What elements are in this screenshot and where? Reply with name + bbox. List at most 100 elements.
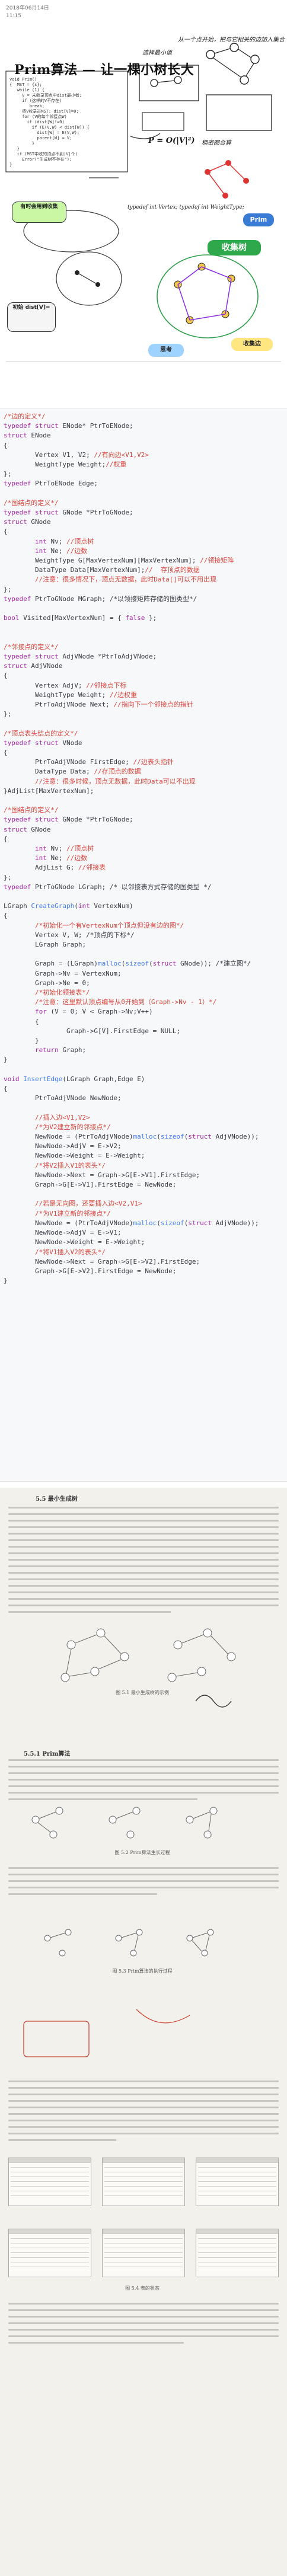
code-line: /*初始化领接表*/ xyxy=(4,989,90,997)
text-block xyxy=(8,2080,279,2146)
code-line: }; xyxy=(4,470,12,478)
sticker-bottom-left: 初始 dist[V]= xyxy=(7,302,56,332)
code-line: Vertex AdjV; //邻接点下标 xyxy=(4,681,127,689)
code-line: Graph->G[V].FirstEdge = NULL; xyxy=(4,1027,181,1035)
fig-node xyxy=(31,1816,40,1824)
fig-edge xyxy=(116,1811,133,1819)
figure-caption: 图 5.1 最小生成树的示例 xyxy=(116,1690,169,1695)
figure-caption: 图 5.2 Prim算法生长过程 xyxy=(114,1850,170,1855)
code-line: typedef struct GNode *PtrToGNode; xyxy=(4,509,133,517)
diagram-box xyxy=(142,112,184,131)
code-line: Vertex V, W; /*顶点的下标*/ xyxy=(4,931,135,939)
code-line: /*图结点的定义*/ xyxy=(4,498,59,507)
code-line: typedef struct GNode *PtrToGNode; xyxy=(4,816,133,824)
code-line: struct ENode xyxy=(4,432,51,440)
code-line: NewNode = (PtrToAdjVNode)malloc(sizeof(s… xyxy=(4,1219,259,1227)
code-line: { xyxy=(4,528,8,536)
code-line: LGraph Graph; xyxy=(4,941,87,949)
fig-edge xyxy=(205,1935,210,1951)
page: 2018年06月14日 11:15 Prim算法 — 让一棵小树长大 从一个点开… xyxy=(0,0,287,2576)
code-line: }; xyxy=(4,873,12,881)
code-line: /*将V2插入V1的表头*/ xyxy=(4,1161,106,1169)
code-line: struct AdjVNode xyxy=(4,662,63,670)
code-line: Graph->Ne = 0; xyxy=(4,979,90,987)
fig-node xyxy=(130,1949,137,1957)
fig-node xyxy=(109,1816,117,1824)
handwritten-notes: Prim算法 — 让一棵小树长大 从一个点开始，把与它相关的边加入集合 选择最小… xyxy=(0,24,287,397)
fig-node xyxy=(126,1830,135,1839)
code-line: int Nv; //顶点树 xyxy=(34,537,94,545)
code-line: }AdjList[MaxVertexNum]; xyxy=(4,787,94,795)
annotation-prim-label: 稠密图合算 xyxy=(202,140,231,146)
figure-2 xyxy=(31,1807,218,1839)
graph-edge xyxy=(245,63,254,76)
fig-edge xyxy=(208,1814,212,1832)
fig-node xyxy=(132,1807,141,1815)
code-line: int Ne; //边数 xyxy=(34,854,88,862)
code-scribble: void Prim() { MST = {s}; while (1) { V =… xyxy=(9,77,90,167)
fig-node xyxy=(59,1949,66,1957)
code-line: Graph->Nv = VertexNum; xyxy=(4,969,122,977)
code-line: /*初始化一个有VertexNum个顶点但没有边的图*/ xyxy=(4,921,184,929)
fig-edge xyxy=(134,1935,139,1951)
graph-edge xyxy=(76,272,98,285)
graph-node xyxy=(229,43,239,52)
code-line: /*邻接点的定义*/ xyxy=(4,643,59,651)
fig-node xyxy=(55,1807,63,1815)
code-line: }; xyxy=(4,585,12,593)
fig-edge xyxy=(37,1822,51,1833)
code-line: WeightType Weight; //边权重 xyxy=(4,691,138,699)
section-title-prim: 5.5.1 Prim算法 xyxy=(24,1751,71,1757)
code-line: { xyxy=(4,441,8,449)
code-line: //若是无向图，还要插入边<V2,V1> xyxy=(4,1200,142,1208)
notes-title: Prim算法 — 让一棵小树长大 xyxy=(14,62,194,78)
fig-edge xyxy=(181,1634,204,1644)
fig-edge xyxy=(98,1659,122,1670)
code-line: /*为V2建立新的邻接点*/ xyxy=(4,1123,111,1131)
fig-node xyxy=(173,1640,183,1650)
fig-node xyxy=(197,1667,206,1676)
fig-edge xyxy=(121,1932,137,1938)
code-line: Vertex V1, V2; //有向边<V1,V2> xyxy=(4,450,149,459)
fig-edge xyxy=(69,1672,91,1677)
code-line: typedef PtrToGNode MGraph; /*以领接矩阵存储的图类型… xyxy=(4,595,197,603)
textbook-scan: 5.5 最小生成树 5.5.1 Prim算法 图 5.1 最小生成树的示例 图 … xyxy=(0,1488,287,2576)
note-header: 2018年06月14日 11:15 xyxy=(6,5,49,20)
code-line: { xyxy=(4,912,8,920)
fig-edge xyxy=(66,1648,72,1674)
status-table xyxy=(102,2158,185,2206)
figure-3 xyxy=(44,1929,214,1957)
code-line: NewNode->Weight = E->Weight; xyxy=(4,1152,145,1160)
code-line: { xyxy=(4,835,8,843)
fig-edge xyxy=(104,1635,122,1654)
code-line: DataType Data; //存顶点的数据 xyxy=(4,768,141,776)
fig-node xyxy=(227,1652,236,1661)
code-line: LGraph CreateGraph(int VertexNum) xyxy=(4,902,133,910)
code-line: PtrToAdjVNode Next; //指向下一个邻接点的指针 xyxy=(4,701,193,709)
book-figures xyxy=(23,1628,236,2057)
code-block: /*边的定义*/ typedef struct ENode* PtrToENode… xyxy=(0,408,287,1482)
code-line: Graph = (LGraph)malloc(sizeof(struct GNo… xyxy=(4,960,251,968)
code-line: struct GNode xyxy=(4,518,51,526)
code-line: AdjList G; //邻接表 xyxy=(4,864,106,872)
text-block xyxy=(8,1759,279,1805)
graph-edge xyxy=(177,266,202,285)
code-line: //插入边<V1,V2> xyxy=(4,1113,90,1121)
fig-node xyxy=(136,1929,143,1936)
graph-edge xyxy=(214,48,231,54)
fig-node xyxy=(120,1652,129,1661)
code-line: { xyxy=(4,1017,39,1025)
fig-node xyxy=(203,1628,212,1638)
code-line: /*将V1插入V2的表头*/ xyxy=(4,1248,106,1256)
graph-edge xyxy=(228,162,247,181)
fig-node xyxy=(44,1935,51,1942)
code-line: } xyxy=(4,1277,8,1285)
fig-edge xyxy=(192,1940,202,1952)
fig-node xyxy=(49,1830,58,1839)
code-line: struct GNode xyxy=(4,825,51,833)
